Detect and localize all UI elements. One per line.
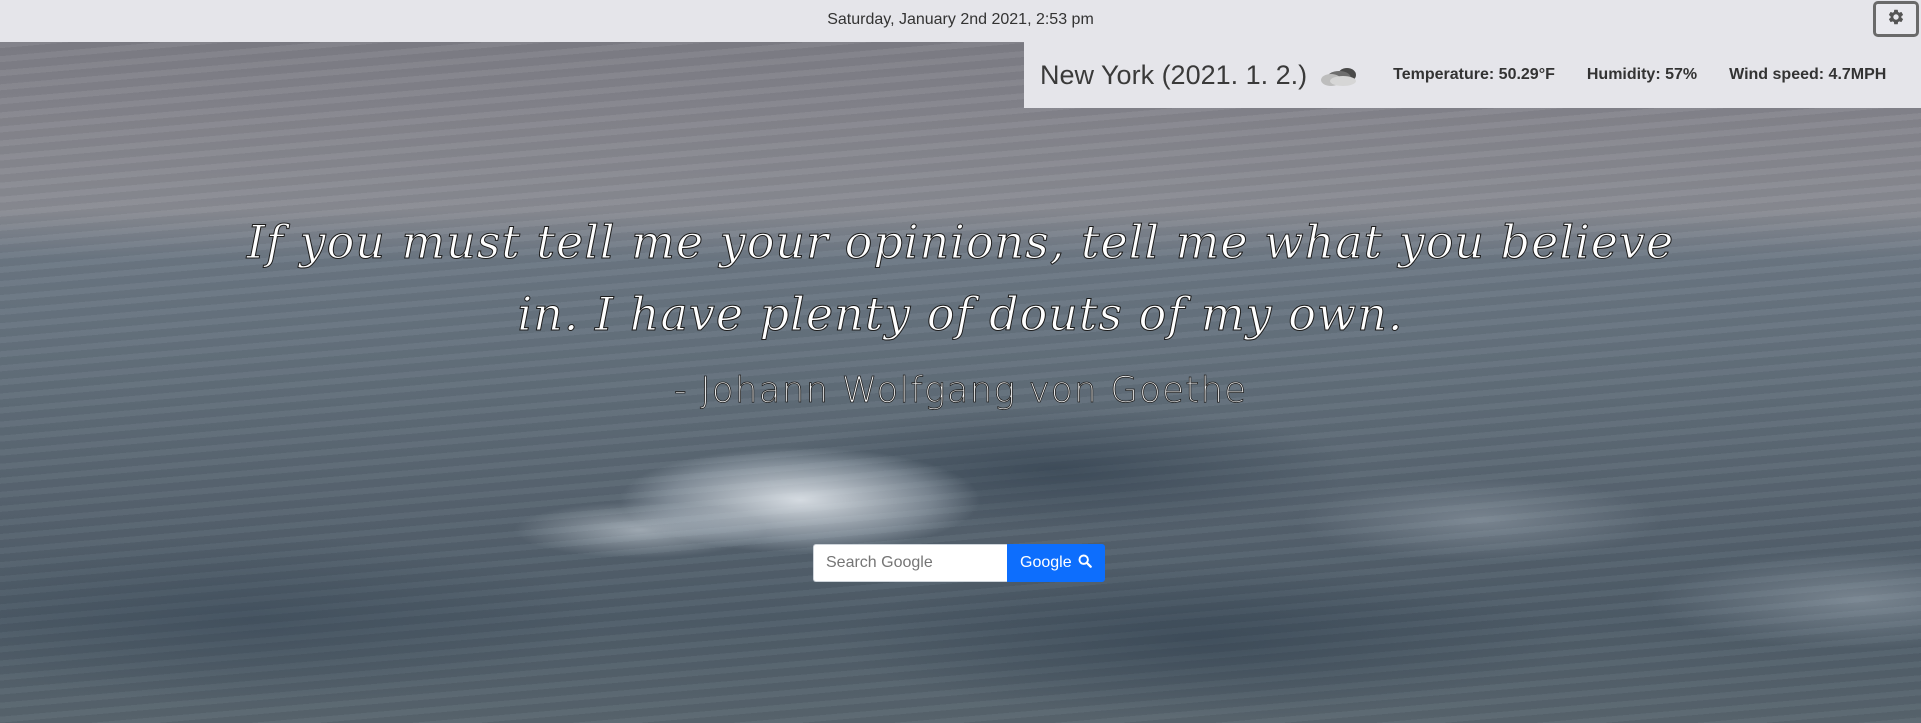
- cloud-icon: [1317, 60, 1361, 90]
- temperature-text: Temperature: 50.29°F: [1393, 66, 1555, 83]
- page: Saturday, January 2nd 2021, 2:53 pm New …: [0, 0, 1921, 723]
- quote-text: If you must tell me your opinions, tell …: [0, 206, 1921, 350]
- search-icon: [1078, 554, 1092, 573]
- weather-panel: New York (2021. 1. 2.) Temperature: 50.2…: [1024, 42, 1921, 108]
- ocean-background: [0, 0, 1921, 723]
- top-bar: Saturday, January 2nd 2021, 2:53 pm: [0, 0, 1921, 42]
- gear-icon: [1887, 8, 1905, 30]
- search-button-label: Google: [1020, 554, 1072, 571]
- weather-city-date: New York (2021. 1. 2.): [1040, 59, 1308, 90]
- settings-button[interactable]: [1873, 1, 1919, 37]
- search-form: Google: [813, 544, 1105, 582]
- quote-line-2: in. I have plenty of douts of my own.: [517, 287, 1404, 342]
- wind-speed-text: Wind speed: 4.7MPH: [1729, 66, 1887, 83]
- quote-author: - Johann Wolfgang von Goethe: [673, 370, 1248, 412]
- google-search-button[interactable]: Google: [1007, 544, 1105, 582]
- humidity-text: Humidity: 57%: [1586, 66, 1698, 83]
- quote-line-1: If you must tell me your opinions, tell …: [246, 215, 1675, 270]
- current-datetime: Saturday, January 2nd 2021, 2:53 pm: [827, 11, 1094, 28]
- search-input[interactable]: [813, 544, 1007, 582]
